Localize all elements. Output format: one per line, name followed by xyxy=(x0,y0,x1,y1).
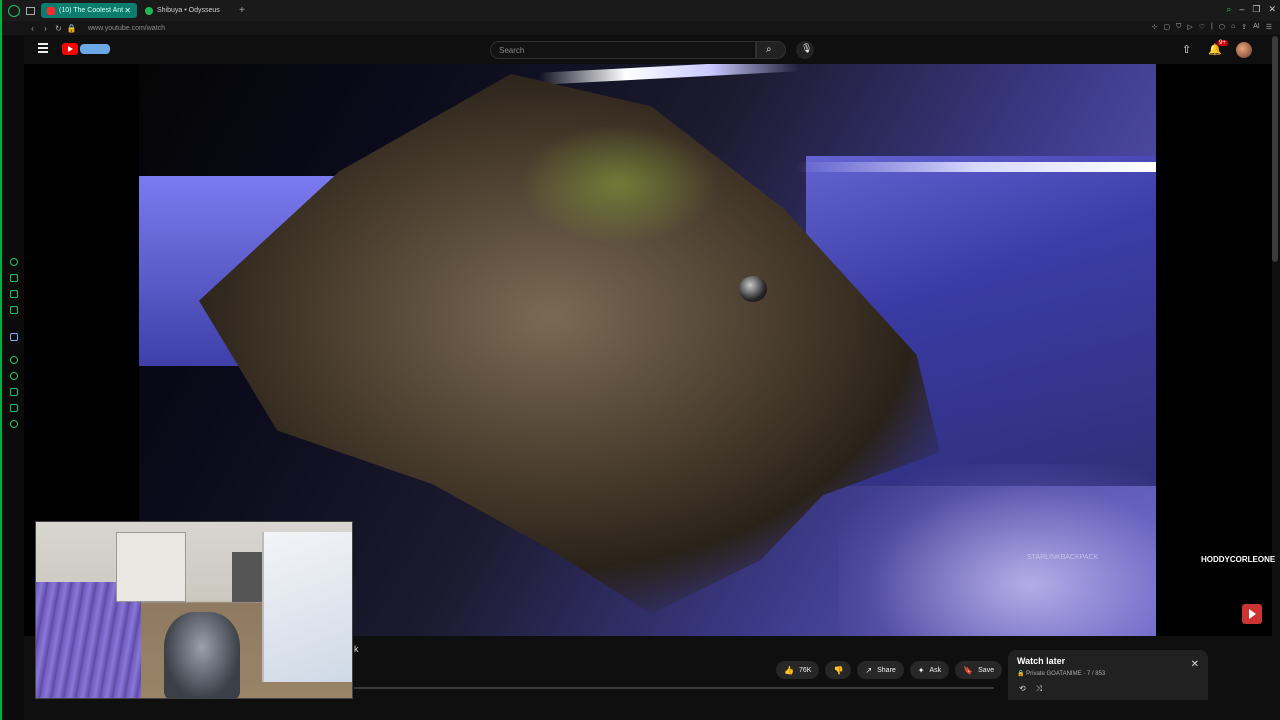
search-icon: ⌕ xyxy=(766,44,772,55)
tab-close-icon[interactable]: ✕ xyxy=(124,6,131,15)
notification-count-badge: 9+ xyxy=(1217,40,1228,46)
browser-window: (10) The Coolest Ant ✕ Shibuya • Odysseu… xyxy=(0,0,1280,720)
timer-icon[interactable] xyxy=(10,372,18,380)
lock-icon: 🔒 xyxy=(66,23,77,33)
notifications-bell-icon[interactable]: 🔔 9+ xyxy=(1208,40,1228,57)
voice-search-button[interactable]: 🎙 xyxy=(796,41,814,59)
window-controls: ⌕ – ❐ ✕ xyxy=(1226,4,1276,15)
header-actions: ⇧ 🔔 9+ xyxy=(1182,40,1252,58)
webcam-tank xyxy=(262,532,352,682)
tab-strip: (10) The Coolest Ant ✕ Shibuya • Odysseu… xyxy=(2,0,1280,21)
youtube-logo-icon[interactable] xyxy=(62,43,78,55)
title-fragment: k xyxy=(354,644,359,654)
notes-icon[interactable] xyxy=(10,306,18,314)
dragon-eye xyxy=(739,276,767,302)
like-button[interactable]: 👍 76K xyxy=(776,661,820,679)
search-tabs-icon[interactable]: ⌕ xyxy=(1226,4,1231,15)
fog-cloud xyxy=(839,464,1156,636)
upload-icon[interactable]: ⇧ xyxy=(1182,43,1194,57)
divider: | xyxy=(1211,23,1213,30)
wallet-icon[interactable]: ⌂ xyxy=(1231,23,1235,31)
playlist-controls: ⟲ ⤨ xyxy=(1019,684,1042,694)
premium-logo-icon[interactable] xyxy=(80,44,110,54)
hamburger-menu-icon[interactable] xyxy=(38,43,48,53)
thumbs-down-icon: 👎 xyxy=(833,665,844,675)
sidebar-toggle-icon[interactable] xyxy=(26,6,35,15)
youtube-header: Search ⌕ 🎙 ⇧ 🔔 9+ xyxy=(24,36,1272,64)
ask-button[interactable]: ✦ Ask xyxy=(909,661,950,679)
download-icon[interactable] xyxy=(10,388,18,396)
app-icon[interactable] xyxy=(10,333,18,341)
ask-label: Ask xyxy=(929,666,942,674)
clock-icon[interactable] xyxy=(10,356,18,364)
tab-label: Shibuya • Odysseus xyxy=(157,7,220,14)
tab-label: (10) The Coolest Ant xyxy=(59,7,124,14)
like-count: 76K xyxy=(798,666,812,674)
mic-icon: 🎙 xyxy=(801,43,813,53)
webcam-cabinet xyxy=(232,552,262,602)
share-button[interactable]: ↗ Share xyxy=(857,661,904,679)
minimize-icon[interactable]: – xyxy=(1239,4,1244,15)
tab-spotify[interactable]: Shibuya • Odysseus xyxy=(139,3,229,18)
youtube-overlay-icon[interactable] xyxy=(1242,604,1262,624)
webcam-overlay xyxy=(35,521,353,699)
menu-icon[interactable]: ☰ xyxy=(1266,23,1272,31)
share-icon: ↗ xyxy=(865,665,873,675)
light-bar-right xyxy=(796,162,1156,172)
forward-icon[interactable]: › xyxy=(39,24,52,33)
close-window-icon[interactable]: ✕ xyxy=(1268,4,1276,15)
play-icon[interactable]: ▷ xyxy=(1187,23,1192,31)
thumbs-up-icon: 👍 xyxy=(784,665,794,675)
shuffle-icon[interactable]: ⤨ xyxy=(1036,684,1042,694)
close-icon[interactable]: ✕ xyxy=(1191,659,1199,670)
extension-icon[interactable]: ⬡ xyxy=(1219,23,1225,31)
heart-icon[interactable]: ♡ xyxy=(1199,23,1205,31)
avatar[interactable] xyxy=(1236,42,1252,58)
browser-logo-icon[interactable] xyxy=(8,4,20,17)
stream-channel-tag: HODDYCORLEONE xyxy=(1201,555,1276,564)
tab-youtube[interactable]: (10) The Coolest Ant ✕ xyxy=(41,3,137,18)
ai-label[interactable]: AI xyxy=(1253,23,1260,31)
scrollbar[interactable] xyxy=(1272,36,1278,262)
settings-icon[interactable] xyxy=(10,420,18,428)
address-bar: ‹ › ↻ 🔒 www.youtube.com/watch ⊹ ▢ ⛉ ▷ ♡ … xyxy=(2,21,1280,35)
bookmark-icon: 🔖 xyxy=(963,665,974,675)
share-icon[interactable]: ⇪ xyxy=(1241,23,1247,31)
watch-later-panel[interactable]: Watch later 🔒 Private GOATANIME · 7 / 85… xyxy=(1008,650,1208,700)
youtube-favicon-icon xyxy=(47,6,55,15)
playlist-title[interactable]: Watch later xyxy=(1017,656,1199,666)
url-field[interactable]: www.youtube.com/watch xyxy=(88,25,165,32)
search-button[interactable]: ⌕ xyxy=(756,41,786,59)
wallet-rail-icon[interactable] xyxy=(10,274,18,282)
reload-icon[interactable]: ↻ xyxy=(52,24,65,33)
search-input[interactable]: Search xyxy=(490,41,756,59)
sparkle-icon: ✦ xyxy=(917,665,925,675)
webcam-chair xyxy=(164,612,240,698)
loop-icon[interactable]: ⟲ xyxy=(1019,684,1026,694)
shield-icon[interactable]: ⛉ xyxy=(1176,23,1181,31)
bookmark-icon[interactable]: ⊹ xyxy=(1152,23,1158,31)
action-buttons: 👍 76K 👎 ↗ Share ✦ Ask 🔖 Save ⋯ xyxy=(776,661,1027,679)
maximize-icon[interactable]: ❐ xyxy=(1252,4,1260,15)
dislike-button[interactable]: 👎 xyxy=(825,661,852,679)
save-button[interactable]: 🔖 Save xyxy=(955,661,1003,679)
messenger-icon[interactable] xyxy=(10,290,18,298)
video-below-area: k 👍 76K 👎 ↗ Share ✦ Ask 🔖 Save ⋯ xyxy=(354,637,1027,697)
new-tab-button[interactable]: + xyxy=(239,5,245,16)
webcam-shelf xyxy=(116,532,186,602)
extensions-bar: ⊹ ▢ ⛉ ▷ ♡ | ⬡ ⌂ ⇪ AI ☰ xyxy=(1152,23,1272,31)
moss-patch xyxy=(519,124,719,244)
save-label: Save xyxy=(978,666,995,674)
history-icon[interactable] xyxy=(10,258,18,266)
divider xyxy=(354,687,994,689)
share-label: Share xyxy=(877,666,896,674)
back-icon[interactable]: ‹ xyxy=(26,24,39,33)
screenshot-icon[interactable]: ▢ xyxy=(1163,23,1170,31)
video-watermark: STARLINKBACKPACK xyxy=(1027,554,1099,561)
spotify-favicon-icon xyxy=(145,6,153,15)
browser-side-rail xyxy=(4,36,24,720)
chat-icon[interactable] xyxy=(10,404,18,412)
light-bar-top xyxy=(538,64,800,85)
playlist-meta: 🔒 Private GOATANIME · 7 / 853 xyxy=(1017,671,1106,677)
